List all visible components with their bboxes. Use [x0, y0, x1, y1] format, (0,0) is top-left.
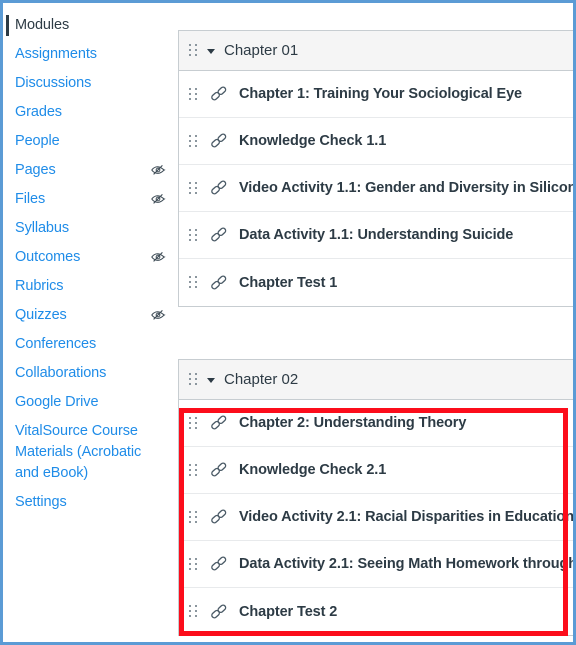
link-icon: [211, 556, 227, 571]
link-icon: [211, 86, 227, 101]
sidebar-item-collaborations[interactable]: Collaborations: [3, 359, 178, 388]
sidebar-item-label: Rubrics: [15, 278, 64, 295]
module-item[interactable]: Video Activity 2.1: Racial Disparities i…: [179, 494, 573, 541]
sidebar-item-label: People: [15, 133, 60, 150]
sidebar-item-quizzes[interactable]: Quizzes: [3, 301, 178, 330]
module-item-title[interactable]: Chapter 1: Training Your Sociological Ey…: [239, 86, 522, 102]
sidebar-item-label: Files: [15, 191, 46, 208]
link-icon: [211, 462, 227, 477]
item-drag-handle-icon[interactable]: [189, 416, 198, 430]
sidebar-item-outcomes[interactable]: Outcomes: [3, 243, 178, 272]
module-item-title[interactable]: Knowledge Check 1.1: [239, 133, 386, 149]
link-icon: [211, 415, 227, 430]
sidebar-item-grades[interactable]: Grades: [3, 98, 178, 127]
module-item-title[interactable]: Data Activity 1.1: Understanding Suicide: [239, 227, 513, 243]
module-drag-handle-icon[interactable]: [189, 373, 198, 387]
sidebar-item-pages[interactable]: Pages: [3, 156, 178, 185]
eye-slash-icon: [151, 252, 166, 262]
sidebar-item-label: Assignments: [15, 46, 97, 63]
module-header[interactable]: Chapter 02: [179, 360, 573, 400]
module-item-title[interactable]: Chapter 2: Understanding Theory: [239, 415, 466, 431]
module: Chapter 02 Chapter 2: Understanding Theor…: [178, 359, 573, 636]
sidebar-item-people[interactable]: People: [3, 127, 178, 156]
module-title: Chapter 02: [224, 371, 299, 388]
module-item[interactable]: Knowledge Check 2.1: [179, 447, 573, 494]
sidebar-item-label: Collaborations: [15, 365, 107, 382]
module-item[interactable]: Chapter 2: Understanding Theory: [179, 400, 573, 447]
item-drag-handle-icon[interactable]: [189, 87, 198, 101]
link-icon: [211, 133, 227, 148]
module-item[interactable]: Chapter 1: Training Your Sociological Ey…: [179, 71, 573, 118]
link-icon: [211, 180, 227, 195]
sidebar-item-google-drive[interactable]: Google Drive: [3, 388, 178, 417]
sidebar-item-label: Pages: [15, 162, 56, 179]
chevron-down-icon[interactable]: [206, 375, 216, 385]
item-drag-handle-icon[interactable]: [189, 276, 198, 290]
module-item[interactable]: Chapter Test 1: [179, 259, 573, 306]
module-drag-handle-icon[interactable]: [189, 44, 198, 58]
item-drag-handle-icon[interactable]: [189, 557, 198, 571]
sidebar-item-label: Syllabus: [15, 220, 70, 237]
item-drag-handle-icon[interactable]: [189, 228, 198, 242]
sidebar-item-assignments[interactable]: Assignments: [3, 40, 178, 69]
sidebar-item-settings[interactable]: Settings: [3, 488, 178, 517]
sidebar-item-label: Grades: [15, 104, 62, 121]
sidebar-item-label: VitalSource Course Materials (Acrobatic …: [15, 423, 146, 482]
sidebar-item-vitalsource-course-materials-acrobatic-and-ebook[interactable]: VitalSource Course Materials (Acrobatic …: [3, 417, 178, 488]
sidebar-item-conferences[interactable]: Conferences: [3, 330, 178, 359]
module-item[interactable]: Data Activity 1.1: Understanding Suicide: [179, 212, 573, 259]
sidebar-item-syllabus[interactable]: Syllabus: [3, 214, 178, 243]
course-page-layout: Modules Assignments Discussions Grades Peopl…: [3, 3, 573, 642]
module-item[interactable]: Video Activity 1.1: Gender and Diversity…: [179, 165, 573, 212]
module-item-title[interactable]: Data Activity 2.1: Seeing Math Homework …: [239, 556, 573, 572]
sidebar-item-label: Conferences: [15, 336, 97, 353]
eye-slash-icon: [151, 165, 166, 175]
module-item-title[interactable]: Video Activity 1.1: Gender and Diversity…: [239, 180, 573, 196]
item-drag-handle-icon[interactable]: [189, 463, 198, 477]
link-icon: [211, 603, 227, 618]
module: Chapter 01 Chapter 1: Training Your Socio…: [178, 30, 573, 307]
chevron-down-icon[interactable]: [206, 46, 216, 56]
module-item[interactable]: Data Activity 2.1: Seeing Math Homework …: [179, 541, 573, 588]
module-item-list: Chapter 2: Understanding Theory Knowledge…: [179, 400, 573, 635]
browser-screenshot: Modules Assignments Discussions Grades Peopl…: [0, 0, 576, 645]
item-drag-handle-icon[interactable]: [189, 510, 198, 524]
sidebar-item-rubrics[interactable]: Rubrics: [3, 272, 178, 301]
module-item-title[interactable]: Video Activity 2.1: Racial Disparities i…: [239, 509, 573, 525]
module-item[interactable]: Knowledge Check 1.1: [179, 118, 573, 165]
course-navigation-sidebar: Modules Assignments Discussions Grades Peopl…: [3, 3, 178, 642]
module-item-title[interactable]: Knowledge Check 2.1: [239, 462, 386, 478]
link-icon: [211, 509, 227, 524]
sidebar-item-discussions[interactable]: Discussions: [3, 69, 178, 98]
module-item-list: Chapter 1: Training Your Sociological Ey…: [179, 71, 573, 306]
modules-main-content: Chapter 01 Chapter 1: Training Your Socio…: [178, 3, 573, 642]
item-drag-handle-icon[interactable]: [189, 181, 198, 195]
sidebar-item-label: Discussions: [15, 75, 92, 92]
link-icon: [211, 227, 227, 242]
sidebar-item-label: Outcomes: [15, 249, 81, 266]
module-item-title[interactable]: Chapter Test 2: [239, 604, 337, 620]
eye-slash-icon: [151, 194, 166, 204]
sidebar-item-label: Google Drive: [15, 394, 99, 411]
module-item-title[interactable]: Chapter Test 1: [239, 275, 337, 291]
sidebar-item-label: Modules: [15, 17, 70, 33]
module-title: Chapter 01: [224, 42, 299, 59]
sidebar-item-files[interactable]: Files: [3, 185, 178, 214]
module-header[interactable]: Chapter 01: [179, 31, 573, 71]
item-drag-handle-icon[interactable]: [189, 605, 198, 619]
item-drag-handle-icon[interactable]: [189, 134, 198, 148]
sidebar-item-label: Quizzes: [15, 307, 67, 324]
sidebar-item-modules[interactable]: Modules: [3, 11, 178, 40]
eye-slash-icon: [151, 310, 166, 320]
sidebar-item-label: Settings: [15, 494, 67, 511]
link-icon: [211, 274, 227, 289]
module-item[interactable]: Chapter Test 2: [179, 588, 573, 635]
